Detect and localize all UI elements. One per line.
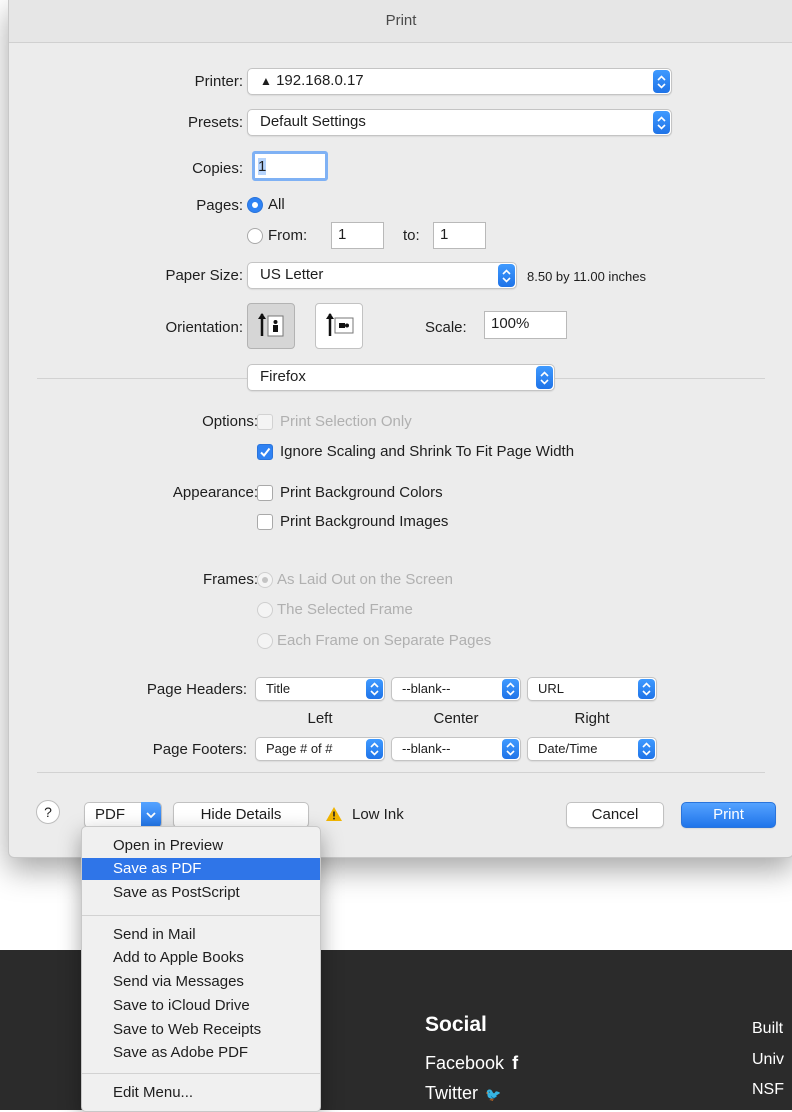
cancel-button[interactable]: Cancel <box>566 802 664 828</box>
header-left-popup[interactable]: Title <box>255 677 385 701</box>
divider <box>37 772 765 773</box>
menu-item-add-to-apple-books[interactable]: Add to Apple Books <box>82 947 320 969</box>
bg-colors-checkbox[interactable] <box>257 485 273 501</box>
menu-item-save-to-icloud-drive[interactable]: Save to iCloud Drive <box>82 995 320 1017</box>
menu-item-save-as-postscript[interactable]: Save as PostScript <box>82 882 320 904</box>
hide-details-button[interactable]: Hide Details <box>173 802 309 828</box>
popup-arrows-icon <box>653 111 670 134</box>
orientation-label: Orientation: <box>165 319 243 336</box>
menu-item-send-via-messages[interactable]: Send via Messages <box>82 971 320 993</box>
help-button[interactable]: ? <box>36 800 60 824</box>
facebook-icon: f <box>512 1053 519 1073</box>
dialog-title: Print <box>385 12 417 29</box>
frames-label: Frames: <box>202 571 258 588</box>
print-button[interactable]: Print <box>681 802 776 828</box>
column-left-label: Left <box>307 710 333 727</box>
pages-to-label: to: <box>403 227 420 244</box>
frames-laid-out-radio[interactable] <box>257 572 273 588</box>
warning-triangle-icon <box>325 806 343 826</box>
footer-center-popup[interactable]: --blank-- <box>391 737 521 761</box>
low-ink-label: Low Ink <box>352 806 404 823</box>
presets-popup[interactable]: Default Settings <box>247 109 672 136</box>
warning-icon: ▲ <box>260 74 272 88</box>
footer-left-popup[interactable]: Page # of # <box>255 737 385 761</box>
portrait-button[interactable] <box>247 303 295 349</box>
frames-separate-label: Each Frame on Separate Pages <box>277 632 492 649</box>
pdf-menu-button[interactable]: PDF <box>84 802 162 828</box>
copies-label: Copies: <box>192 160 243 177</box>
menu-item-send-in-mail[interactable]: Send in Mail <box>82 924 320 946</box>
bg-colors-label: Print Background Colors <box>280 484 443 501</box>
help-icon: ? <box>44 804 52 820</box>
popup-arrows-icon <box>653 70 670 93</box>
pdf-menu: Open in Preview Save as PDF Save as Post… <box>81 826 321 1112</box>
appearance-label: Appearance: <box>172 484 258 501</box>
frames-selected-radio[interactable] <box>257 602 273 618</box>
pages-all-label: All <box>268 196 285 213</box>
popup-arrows-icon <box>502 739 519 759</box>
popup-arrows-icon <box>638 679 655 699</box>
pages-all-radio[interactable] <box>247 197 263 213</box>
print-selection-label: Print Selection Only <box>280 413 412 430</box>
frames-separate-radio[interactable] <box>257 633 273 649</box>
popup-arrows-icon <box>536 366 553 389</box>
pages-to-field[interactable]: 1 <box>433 222 486 249</box>
header-right-popup[interactable]: URL <box>527 677 657 701</box>
menu-item-save-to-web-receipts[interactable]: Save to Web Receipts <box>82 1019 320 1041</box>
popup-arrows-icon <box>366 679 383 699</box>
header-center-popup[interactable]: --blank-- <box>391 677 521 701</box>
shrink-to-fit-label: Ignore Scaling and Shrink To Fit Page Wi… <box>280 443 575 460</box>
page-headers-label: Page Headers: <box>146 681 247 698</box>
paper-size-popup[interactable]: US Letter <box>247 262 517 289</box>
printer-popup[interactable]: ▲ 192.168.0.17 <box>247 68 672 95</box>
facebook-link[interactable]: Facebook f <box>425 1053 518 1074</box>
options-label: Options: <box>202 413 258 430</box>
menu-separator <box>82 1073 320 1074</box>
column-center-label: Center <box>433 710 479 727</box>
paper-dimensions: 8.50 by 11.00 inches <box>527 269 647 284</box>
footer-right-1[interactable]: Built <box>752 1020 783 1038</box>
scale-label: Scale: <box>425 319 467 336</box>
pages-from-label: From: <box>268 227 308 244</box>
menu-item-open-in-preview[interactable]: Open in Preview <box>82 835 320 857</box>
menu-item-save-as-adobe-pdf[interactable]: Save as Adobe PDF <box>82 1042 320 1064</box>
footer-right-3[interactable]: NSF <box>752 1081 784 1099</box>
twitter-link[interactable]: Twitter 🐦 <box>425 1083 501 1104</box>
popup-arrows-icon <box>502 679 519 699</box>
popup-arrows-icon <box>638 739 655 759</box>
bg-images-label: Print Background Images <box>280 513 449 530</box>
scale-field[interactable]: 100% <box>484 311 567 339</box>
menu-item-save-as-pdf[interactable]: Save as PDF <box>82 858 320 880</box>
chevron-down-icon <box>141 802 161 828</box>
paper-size-label: Paper Size: <box>165 267 243 284</box>
menu-item-edit-menu[interactable]: Edit Menu... <box>82 1082 320 1104</box>
shrink-to-fit-checkbox[interactable] <box>257 444 273 460</box>
pages-from-field[interactable]: 1 <box>331 222 384 249</box>
social-heading: Social <box>425 1013 487 1036</box>
landscape-button[interactable] <box>315 303 363 349</box>
twitter-icon: 🐦 <box>485 1087 502 1102</box>
column-right-label: Right <box>574 710 610 727</box>
page-footers-label: Page Footers: <box>152 741 247 758</box>
pages-label: Pages: <box>196 197 243 214</box>
footer-right-popup[interactable]: Date/Time <box>527 737 657 761</box>
copies-field[interactable]: 1 <box>252 151 328 181</box>
frames-laid-out-label: As Laid Out on the Screen <box>277 571 453 588</box>
print-selection-checkbox[interactable] <box>257 414 273 430</box>
popup-arrows-icon <box>366 739 383 759</box>
frames-selected-label: The Selected Frame <box>277 601 413 618</box>
checkmark-icon <box>260 447 271 458</box>
footer-right-2[interactable]: Univ <box>752 1051 784 1069</box>
portrait-icon <box>258 313 284 337</box>
printer-label: Printer: <box>194 73 243 90</box>
menu-separator <box>82 915 320 916</box>
pages-from-radio[interactable] <box>247 228 263 244</box>
popup-arrows-icon <box>498 264 515 287</box>
landscape-icon <box>326 313 354 336</box>
presets-label: Presets: <box>187 114 243 131</box>
section-popup[interactable]: Firefox <box>247 364 555 391</box>
print-dialog: Print Printer: ▲ 192.168.0.17 Presets: D… <box>8 0 792 858</box>
bg-images-checkbox[interactable] <box>257 514 273 530</box>
